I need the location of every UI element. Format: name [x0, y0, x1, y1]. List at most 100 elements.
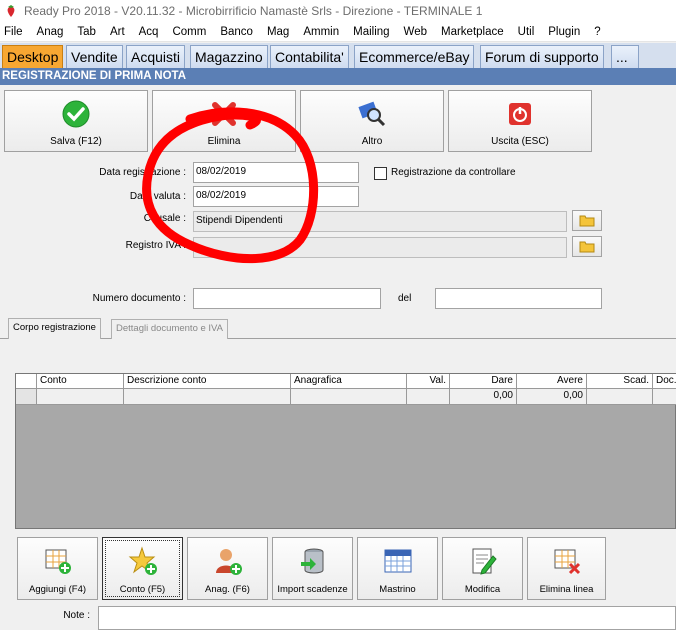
edit-document-icon — [472, 548, 497, 575]
cell-avere[interactable]: 0,00 — [517, 389, 587, 404]
tab-contabilita[interactable]: Contabilita' — [270, 45, 349, 68]
registrazione-da-controllare-label: Registrazione da controllare — [391, 167, 516, 178]
menu-comm[interactable]: Comm — [170, 26, 206, 38]
elimina-linea-button[interactable]: Elimina linea — [527, 537, 606, 600]
grid-header-descrizione[interactable]: Descrizione conto — [124, 374, 291, 388]
numero-documento-field[interactable] — [193, 288, 381, 309]
modifica-button[interactable]: Modifica — [442, 537, 523, 600]
tab-ecommerce[interactable]: Ecommerce/eBay — [354, 45, 475, 68]
grid-header-anagrafica[interactable]: Anagrafica — [291, 374, 407, 388]
grid-header-val[interactable]: Val. — [407, 374, 450, 388]
user-add-icon — [215, 549, 242, 575]
conto-button[interactable]: Conto (F5) — [102, 537, 183, 600]
grid-header: Conto Descrizione conto Anagrafica Val. … — [16, 374, 676, 389]
import-scadenze-label: Import scadenze — [277, 584, 348, 595]
modifica-label: Modifica — [464, 584, 501, 595]
cell-docrif[interactable] — [653, 389, 676, 404]
menu-tab[interactable]: Tab — [75, 26, 96, 38]
aggiungi-label: Aggiungi (F4) — [28, 584, 87, 595]
tab-dettagli-documento[interactable]: Dettagli documento e IVA — [111, 319, 229, 339]
title-bar: Ready Pro 2018 - V20.11.32 - Microbirrif… — [0, 0, 676, 22]
sub-tab-bar: Corpo registrazione Dettagli documento e… — [0, 318, 676, 339]
conto-label: Conto (F5) — [119, 584, 166, 595]
grid-header-docrif[interactable]: Doc.rif — [653, 374, 676, 388]
grid-header-conto[interactable]: Conto — [37, 374, 124, 388]
anag-button[interactable]: Anag. (F6) — [187, 537, 268, 600]
del-date-field[interactable] — [435, 288, 602, 309]
tab-corpo-registrazione[interactable]: Corpo registrazione — [8, 318, 101, 339]
anag-label: Anag. (F6) — [205, 584, 250, 595]
note-label: Note : — [63, 610, 90, 621]
menu-acq[interactable]: Acq — [137, 26, 159, 38]
cell-anagrafica[interactable] — [291, 389, 407, 404]
causale-field[interactable]: Stipendi Dipendenti — [193, 211, 567, 232]
save-button[interactable]: Salva (F12) — [4, 90, 148, 152]
registro-iva-label: Registro IVA : — [125, 240, 186, 251]
mastrino-button[interactable]: Mastrino — [357, 537, 438, 600]
cell-val[interactable] — [407, 389, 450, 404]
menu-banco[interactable]: Banco — [218, 26, 253, 38]
note-field[interactable] — [98, 606, 676, 630]
menu-util[interactable]: Util — [516, 26, 535, 38]
tab-magazzino[interactable]: Magazzino — [190, 45, 268, 68]
menu-marketplace[interactable]: Marketplace — [439, 26, 504, 38]
other-label: Altro — [361, 136, 383, 147]
delete-label: Elimina — [207, 136, 241, 147]
delete-button[interactable]: Elimina — [152, 90, 296, 152]
causale-browse-button[interactable] — [572, 210, 602, 231]
cell-dare[interactable]: 0,00 — [450, 389, 517, 404]
checkmark-icon — [62, 100, 90, 128]
registrazione-grid[interactable]: Conto Descrizione conto Anagrafica Val. … — [15, 373, 676, 529]
menu-art[interactable]: Art — [108, 26, 125, 38]
magnifier-icon — [358, 101, 386, 127]
table-row[interactable]: 0,00 0,00 — [16, 389, 676, 405]
other-button[interactable]: Altro — [300, 90, 444, 152]
strawberry-app-icon — [7, 5, 15, 17]
grid-header-indicator — [16, 374, 37, 388]
tab-more[interactable]: ... — [611, 45, 639, 68]
delete-row-icon — [554, 549, 580, 575]
tab-acquisti[interactable]: Acquisti — [126, 45, 186, 68]
tab-forum[interactable]: Forum di supporto — [480, 45, 604, 68]
menu-ammin[interactable]: Ammin — [301, 26, 339, 38]
menu-help[interactable]: ? — [592, 26, 600, 38]
grid-header-avere[interactable]: Avere — [517, 374, 587, 388]
menu-mag[interactable]: Mag — [265, 26, 289, 38]
menu-anag[interactable]: Anag — [35, 26, 64, 38]
folder-icon — [579, 215, 595, 227]
menu-bar: File Anag Tab Art Acq Comm Banco Mag Amm… — [0, 22, 676, 42]
del-label: del — [398, 293, 412, 304]
data-registrazione-label: Data registrazione : — [99, 167, 186, 178]
row-indicator[interactable] — [16, 389, 37, 404]
cell-conto[interactable] — [37, 389, 124, 404]
menu-web[interactable]: Web — [402, 26, 427, 38]
import-scadenze-button[interactable]: Import scadenze — [272, 537, 353, 600]
causale-label: Causale : — [143, 213, 186, 224]
tab-vendite[interactable]: Vendite — [66, 45, 123, 68]
cell-descrizione[interactable] — [124, 389, 291, 404]
cell-scad[interactable] — [587, 389, 653, 404]
data-valuta-label: Data valuta : — [129, 191, 186, 202]
calendar-icon — [384, 549, 411, 573]
registro-iva-field[interactable] — [193, 237, 567, 258]
main-tab-bar: Desktop Vendite Acquisti Magazzino Conta… — [0, 43, 676, 68]
data-valuta-field[interactable]: 08/02/2019 — [193, 186, 359, 207]
aggiungi-button[interactable]: Aggiungi (F4) — [17, 537, 98, 600]
registrazione-da-controllare-checkbox[interactable] — [374, 167, 387, 180]
menu-file[interactable]: File — [2, 26, 23, 38]
menu-plugin[interactable]: Plugin — [546, 26, 580, 38]
data-registrazione-field[interactable]: 08/02/2019 — [193, 162, 359, 183]
add-row-icon — [45, 549, 71, 574]
registro-iva-browse-button[interactable] — [572, 236, 602, 257]
red-x-icon — [212, 102, 236, 126]
exit-label: Uscita (ESC) — [491, 136, 549, 147]
exit-button[interactable]: Uscita (ESC) — [448, 90, 592, 152]
numero-documento-label: Numero documento : — [92, 293, 186, 304]
grid-header-scad[interactable]: Scad. — [587, 374, 653, 388]
save-label: Salva (F12) — [50, 136, 102, 147]
tab-desktop[interactable]: Desktop — [2, 45, 64, 68]
grid-header-dare[interactable]: Dare — [450, 374, 517, 388]
database-import-icon — [300, 548, 323, 574]
menu-mailing[interactable]: Mailing — [351, 26, 389, 38]
elimina-linea-label: Elimina linea — [539, 584, 594, 595]
